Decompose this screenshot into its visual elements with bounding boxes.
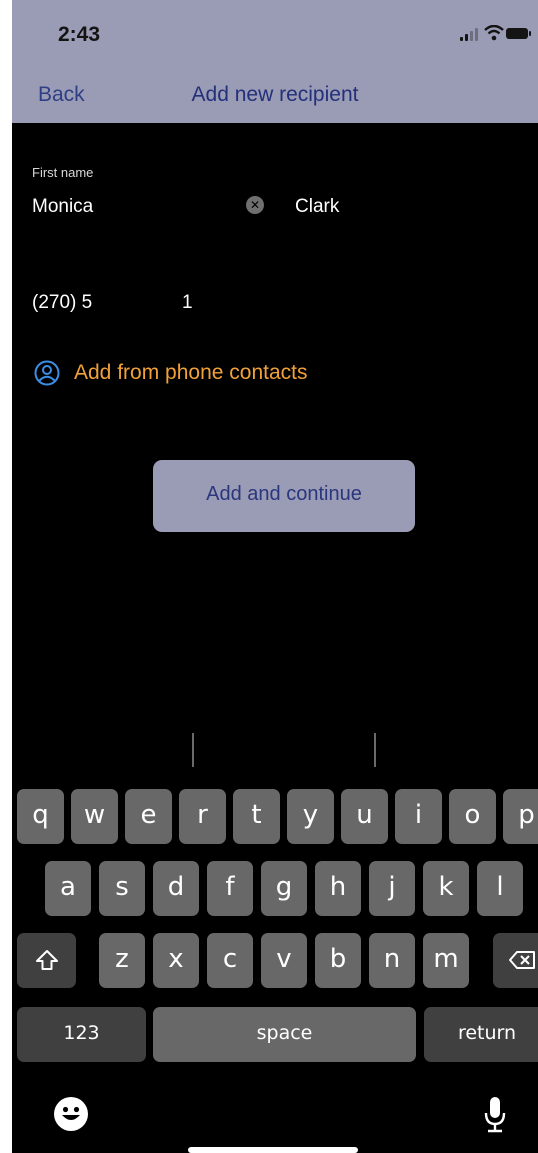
first-name-field[interactable]: Monica — [32, 196, 93, 218]
suggestion-divider — [374, 733, 376, 767]
status-bar: 2:43 — [12, 0, 538, 70]
key-a[interactable]: a — [45, 861, 91, 916]
key-d[interactable]: d — [153, 861, 199, 916]
wifi-icon — [484, 25, 504, 41]
key-j[interactable]: j — [369, 861, 415, 916]
add-and-continue-button[interactable]: Add and continue — [153, 460, 415, 532]
app-screen: 2:43 Back Add new recipient First name M… — [12, 0, 538, 1153]
key-l[interactable]: l — [477, 861, 523, 916]
key-v[interactable]: v — [261, 933, 307, 988]
delete-key[interactable] — [493, 933, 538, 988]
return-key[interactable]: return — [424, 1007, 538, 1062]
space-key[interactable]: space — [153, 1007, 416, 1062]
delete-icon — [508, 950, 535, 969]
add-from-contacts-label: Add from phone contacts — [74, 361, 308, 384]
suggestion-divider — [192, 733, 194, 767]
key-r[interactable]: r — [179, 789, 226, 844]
key-n[interactable]: n — [369, 933, 415, 988]
phone-field-suffix[interactable]: 1 — [182, 292, 193, 314]
contacts-icon — [34, 360, 60, 386]
key-q[interactable]: q — [17, 789, 64, 844]
status-icons — [438, 25, 531, 43]
phone-field[interactable]: (270) 5 — [32, 292, 92, 314]
key-m[interactable]: m — [423, 933, 469, 988]
home-indicator — [188, 1147, 358, 1153]
numbers-key[interactable]: 123 — [17, 1007, 146, 1062]
key-b[interactable]: b — [315, 933, 361, 988]
key-g[interactable]: g — [261, 861, 307, 916]
key-f[interactable]: f — [207, 861, 253, 916]
clear-icon[interactable]: ✕ — [246, 196, 264, 214]
page-title: Add new recipient — [191, 83, 359, 106]
shift-key[interactable] — [17, 933, 76, 988]
status-time: 2:43 — [58, 23, 101, 46]
add-and-continue-label: Add and continue — [206, 483, 362, 505]
signal-icon — [460, 25, 478, 43]
key-x[interactable]: x — [153, 933, 199, 988]
key-t[interactable]: t — [233, 789, 280, 844]
key-e[interactable]: e — [125, 789, 172, 844]
last-name-field[interactable]: Clark — [295, 196, 339, 218]
key-c[interactable]: c — [207, 933, 253, 988]
key-p[interactable]: p — [503, 789, 538, 844]
emoji-icon[interactable] — [54, 1097, 88, 1131]
key-i[interactable]: i — [395, 789, 442, 844]
battery-icon — [506, 28, 531, 39]
key-k[interactable]: k — [423, 861, 469, 916]
nav-bar: Back Add new recipient — [12, 70, 538, 123]
key-y[interactable]: y — [287, 789, 334, 844]
first-name-label: First name — [32, 165, 94, 180]
key-s[interactable]: s — [99, 861, 145, 916]
key-w[interactable]: w — [71, 789, 118, 844]
microphone-icon[interactable] — [482, 1095, 508, 1135]
keyboard-suggestion-bar — [12, 725, 538, 775]
key-u[interactable]: u — [341, 789, 388, 844]
shift-icon — [35, 949, 58, 970]
key-z[interactable]: z — [99, 933, 145, 988]
key-h[interactable]: h — [315, 861, 361, 916]
key-o[interactable]: o — [449, 789, 496, 844]
